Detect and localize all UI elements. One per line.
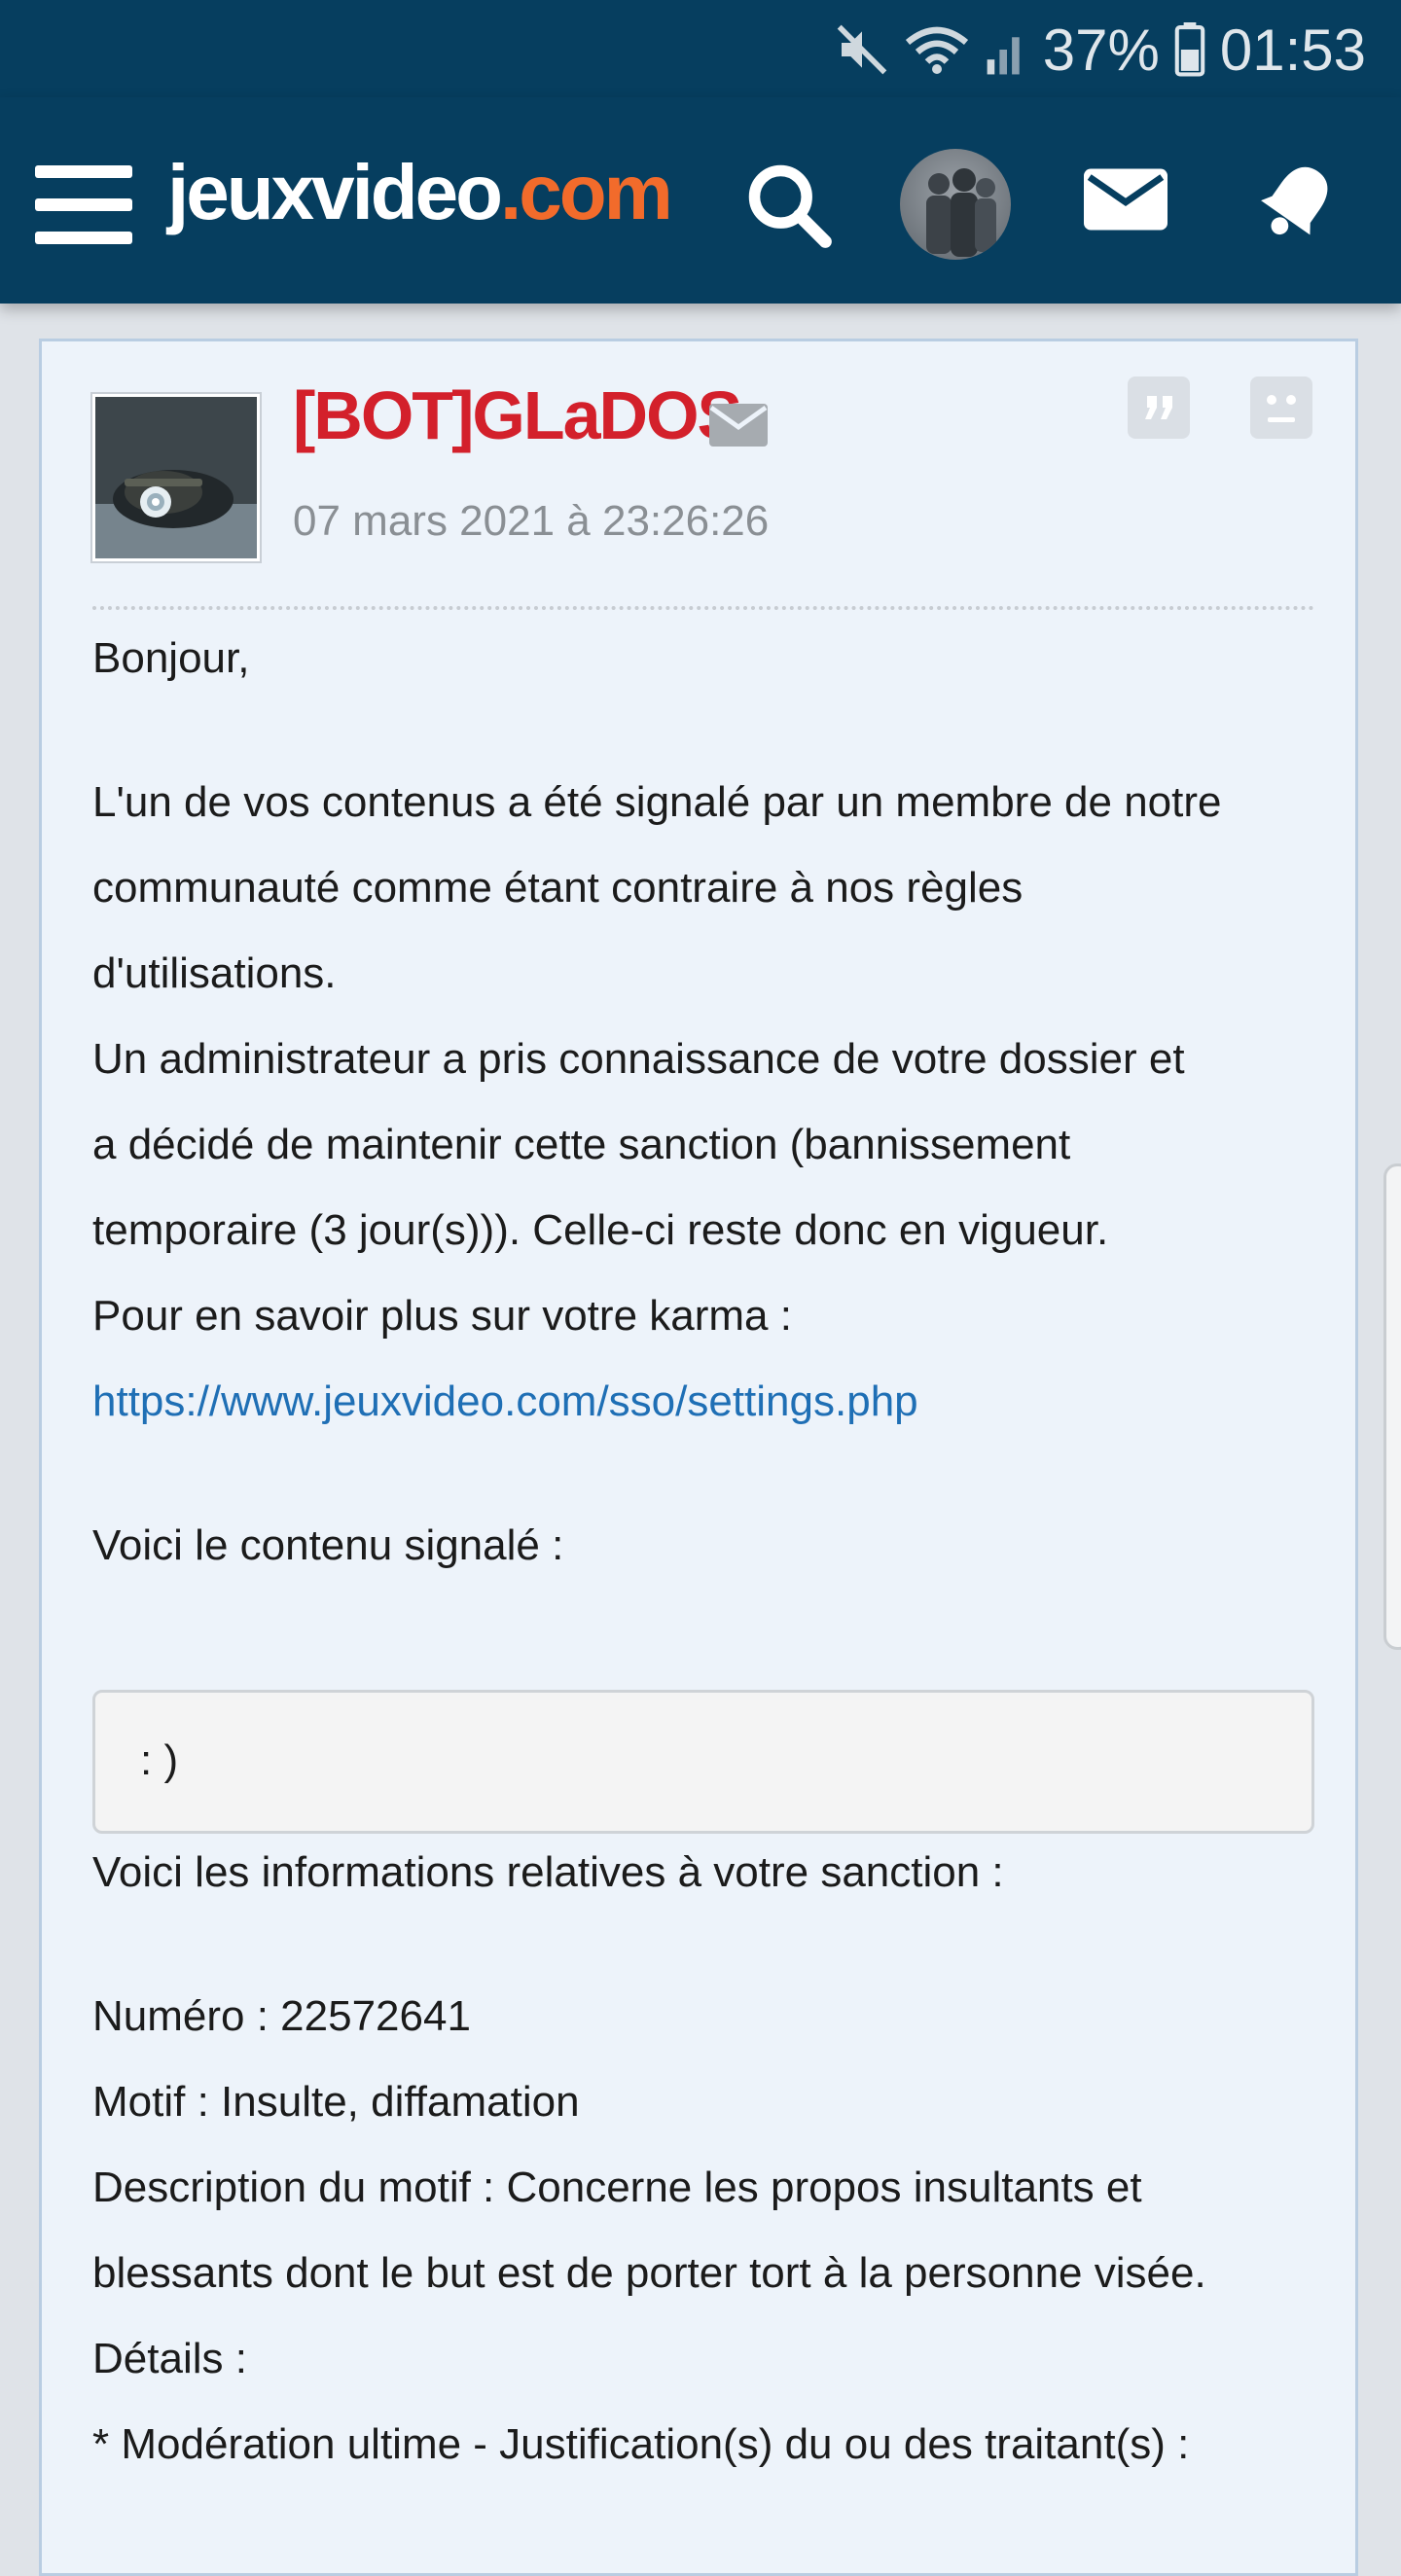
msg-line: Un administrateur a pris connaissance de… <box>92 1035 1185 1083</box>
moderation-line: * Modération ultime - Justification(s) d… <box>92 2420 1190 2468</box>
forum-message: [BOT]GLaDOS 07 mars 2021 à 23:26:26 Bonj… <box>39 339 1358 2576</box>
msg-line: d'utilisations. <box>92 949 337 997</box>
author-name[interactable]: [BOT]GLaDOS <box>293 376 742 454</box>
signal-icon <box>987 37 1020 75</box>
people-silhouette-icon <box>926 168 996 257</box>
menu-icon[interactable] <box>35 165 132 245</box>
private-message-icon[interactable] <box>709 404 768 447</box>
logo-main: jeuxvideo <box>167 149 503 235</box>
header-divider <box>92 606 1314 610</box>
bell-icon[interactable] <box>1257 158 1337 245</box>
mute-icon <box>837 24 887 75</box>
search-icon[interactable] <box>743 160 833 249</box>
quote-icon <box>1145 396 1172 419</box>
msg-line: Voici le contenu signalé : <box>92 1521 564 1569</box>
reported-content-box: : ) <box>92 1690 1314 1834</box>
msg-line: L'un de vos contenus a été signalé par u… <box>92 778 1222 826</box>
msg-line: a décidé de maintenir cette sanction (ba… <box>92 1121 1071 1168</box>
battery-icon <box>1174 22 1205 77</box>
wifi-icon <box>905 26 968 74</box>
status-bar: 37% 01:53 <box>0 0 1401 97</box>
clock: 01:53 <box>1219 17 1366 83</box>
sanction-reason: Motif : Insulte, diffamation <box>92 2078 580 2126</box>
battery-percent: 37% <box>1042 17 1160 83</box>
quote-button[interactable] <box>1128 376 1190 439</box>
status-icons: 37% 01:53 <box>835 14 1366 86</box>
scroll-handle[interactable] <box>1383 1163 1401 1650</box>
msg-line: Pour en savoir plus sur votre karma : <box>92 1292 792 1340</box>
author-avatar-image <box>95 397 257 558</box>
sanction-number: Numéro : 22572641 <box>92 1992 471 2040</box>
msg-line: communauté comme étant contraire à nos r… <box>92 864 1024 912</box>
author-avatar[interactable] <box>92 394 260 561</box>
reason-description: Description du motif : Concerne les prop… <box>92 2164 1142 2211</box>
site-logo[interactable]: jeuxvideo.com <box>167 148 673 237</box>
msg-line: Voici les informations relatives à votre… <box>92 1848 1004 1896</box>
details-label: Détails : <box>92 2335 247 2382</box>
mail-icon[interactable] <box>1084 167 1168 232</box>
msg-greeting: Bonjour, <box>92 634 250 682</box>
karma-settings-link[interactable]: https://www.jeuxvideo.com/sso/settings.p… <box>92 1359 1347 1445</box>
report-button[interactable] <box>1250 376 1312 439</box>
site-header: jeuxvideo.com <box>0 97 1401 304</box>
logo-ext: .com <box>500 149 673 235</box>
user-avatar[interactable] <box>900 149 1011 260</box>
sad-face-icon <box>1267 395 1296 422</box>
reason-description: blessants dont le but est de porter tort… <box>92 2249 1206 2297</box>
msg-line: temporaire (3 jour(s))). Celle-ci reste … <box>92 1206 1109 1254</box>
post-date: 07 mars 2021 à 23:26:26 <box>293 497 770 545</box>
